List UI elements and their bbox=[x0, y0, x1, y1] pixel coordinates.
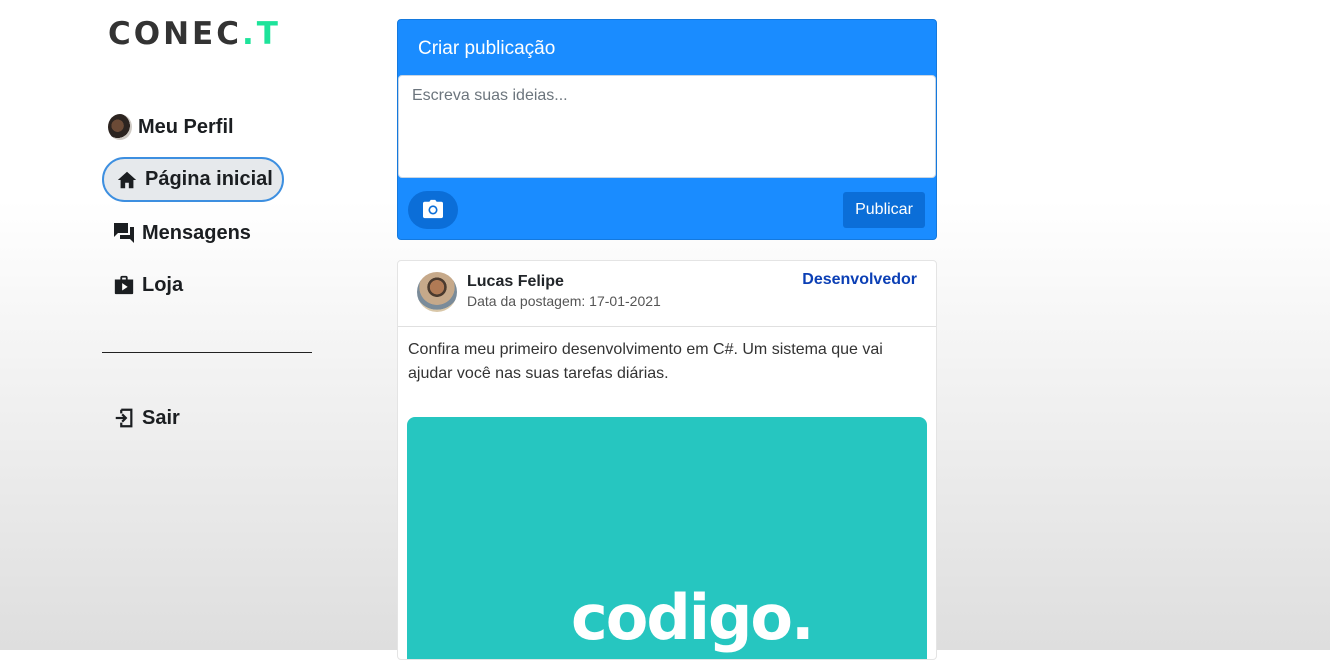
publish-button[interactable]: Publicar bbox=[843, 192, 925, 228]
post-image[interactable]: codigo. bbox=[407, 417, 927, 659]
sidebar-item-label: Página inicial bbox=[145, 168, 273, 190]
post-text-input[interactable] bbox=[398, 75, 936, 178]
post-card: Lucas Felipe Data da postagem: 17-01-202… bbox=[397, 260, 937, 660]
app-logo[interactable]: CONEC.T bbox=[108, 16, 281, 52]
sidebar-item-label: Sair bbox=[142, 406, 180, 429]
author-avatar[interactable] bbox=[417, 272, 457, 312]
post-author-name[interactable]: Lucas Felipe bbox=[467, 273, 564, 291]
create-post-title: Criar publicação bbox=[418, 38, 556, 59]
camera-icon bbox=[422, 199, 444, 222]
logo-main: CONEC bbox=[108, 16, 242, 52]
add-photo-button[interactable] bbox=[408, 191, 458, 229]
post-image-logo-text: codigo. bbox=[571, 581, 815, 654]
post-author-role: Desenvolvedor bbox=[802, 271, 917, 288]
sidebar-item-label: Meu Perfil bbox=[138, 115, 234, 138]
post-header: Lucas Felipe Data da postagem: 17-01-202… bbox=[398, 261, 936, 327]
sidebar-item-label: Loja bbox=[142, 273, 184, 296]
logo-accent: .T bbox=[241, 16, 281, 52]
sidebar-item-label: Mensagens bbox=[142, 221, 251, 244]
sidebar-item-mensagens[interactable]: Mensagens bbox=[112, 213, 251, 253]
sidebar-divider bbox=[102, 352, 312, 353]
sidebar-item-sair[interactable]: Sair bbox=[112, 398, 180, 438]
post-body-text: Confira meu primeiro desenvolvimento em … bbox=[408, 341, 883, 382]
sidebar-item-pagina-inicial[interactable]: Página inicial bbox=[102, 157, 284, 202]
home-icon bbox=[115, 168, 139, 192]
shopping-bag-icon bbox=[112, 273, 136, 297]
create-post-card: Criar publicação Publicar bbox=[397, 19, 937, 240]
sidebar-item-meu-perfil[interactable]: Meu Perfil bbox=[108, 107, 234, 147]
sidebar-item-loja[interactable]: Loja bbox=[112, 265, 183, 305]
post-date: Data da postagem: 17-01-2021 bbox=[467, 293, 661, 309]
avatar-icon bbox=[108, 114, 132, 140]
chat-icon bbox=[112, 221, 136, 245]
logout-icon bbox=[112, 406, 136, 430]
